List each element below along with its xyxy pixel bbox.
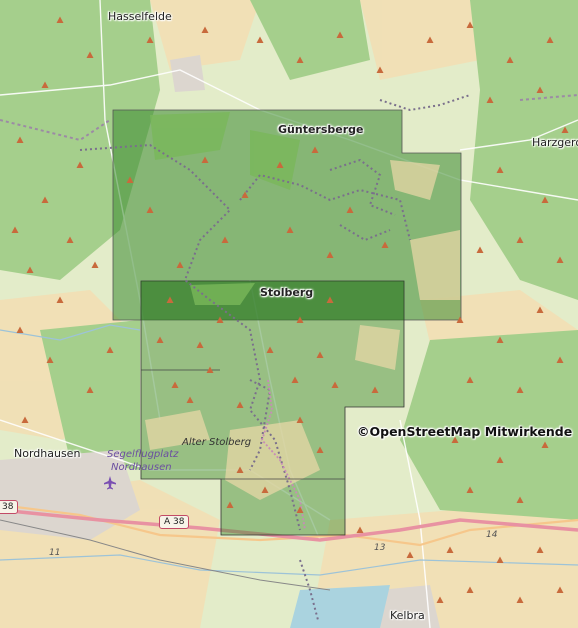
- road-ref-11: 11: [49, 548, 61, 558]
- map-attribution: ©OpenStreetMap Mitwirkende: [357, 424, 573, 439]
- place-label-kelbra[interactable]: Kelbra: [390, 609, 425, 622]
- place-label-alter-stolberg: Alter Stolberg: [182, 437, 252, 448]
- airfield-label-line2: Nordhausen: [111, 462, 172, 473]
- road-ref-13: 13: [374, 543, 386, 553]
- road-shield-a38: A 38: [159, 515, 190, 529]
- place-label-stolberg[interactable]: Stolberg: [260, 286, 313, 299]
- airfield-label-line1: Segelflugplatz: [107, 449, 179, 460]
- place-label-nordhausen[interactable]: Nordhausen: [14, 447, 80, 460]
- road-ref-14: 14: [486, 530, 498, 540]
- place-label-hasselfelde[interactable]: Hasselfelde: [108, 10, 172, 23]
- place-label-guentersberge[interactable]: Güntersberge: [278, 123, 363, 136]
- map-canvas[interactable]: Hasselfelde Güntersberge Harzgero Stolbe…: [0, 0, 578, 628]
- place-label-harzgerode[interactable]: Harzgero: [532, 136, 578, 149]
- road-shield-38: 38: [0, 500, 19, 514]
